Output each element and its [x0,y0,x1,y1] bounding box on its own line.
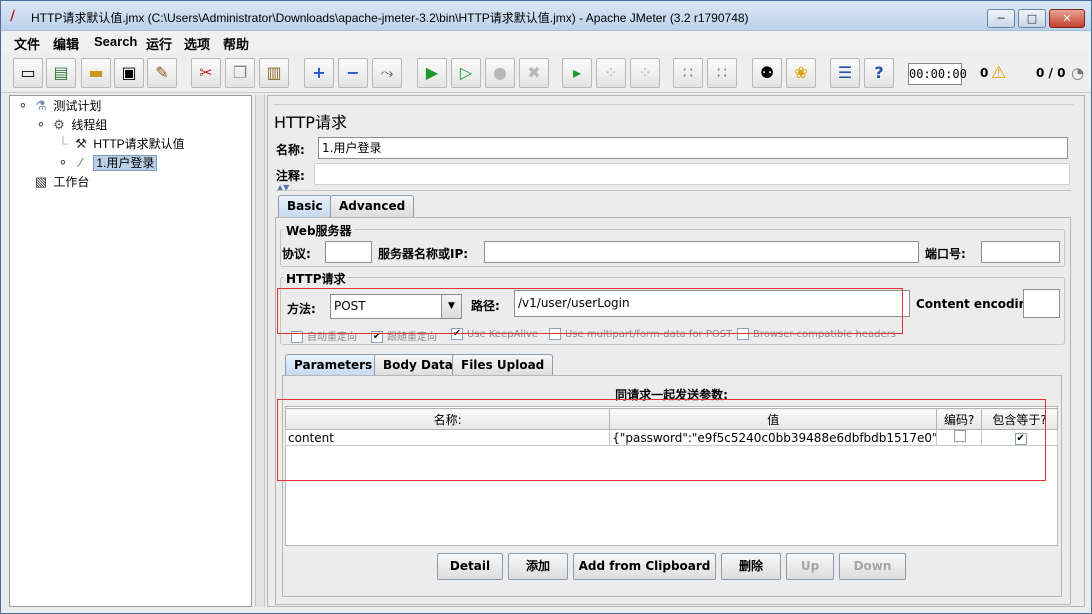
highlight-box-params [277,399,1046,481]
highlight-box-method-path [277,288,903,334]
thread-ratio: 0 / 0 [1036,66,1066,80]
templates-icon[interactable]: ▤ [46,58,76,88]
minimize-button[interactable]: ─ [987,9,1015,28]
detail-button[interactable]: Detail [437,553,503,580]
tree-item-workbench[interactable]: ▧ 工作台 [14,173,90,191]
new-icon[interactable]: ▭ [13,58,43,88]
comment-field[interactable] [314,163,1070,185]
split-divider[interactable] [255,95,265,607]
delete-button[interactable]: 删除 [721,553,781,580]
wrench-icon: ⚒ [75,136,87,151]
search-binoculars-icon[interactable]: ⚉ [752,58,782,88]
start-no-pauses-icon[interactable]: ▷ [451,58,481,88]
window-title: HTTP请求默认值.jmx (C:\Users\Administrator\Do… [31,11,749,25]
paste-icon[interactable]: ▥ [259,58,289,88]
port-field[interactable] [981,241,1060,263]
save-icon[interactable]: ▣ [114,58,144,88]
maximize-button[interactable]: □ [1018,9,1046,28]
tab-files-upload[interactable]: Files Upload [452,354,554,376]
comment-label: 注释: [276,169,305,183]
menu-help[interactable]: 帮助 [223,34,249,53]
tab-basic[interactable]: Basic [278,195,332,217]
save-as-icon[interactable]: ✎ [147,58,177,88]
remote-shutdown-icon[interactable]: ⁘ [630,58,660,88]
menu-bar: 文件 编辑 Search 运行 选项 帮助 [1,31,1091,53]
add-button[interactable]: 添加 [508,553,568,580]
pipette-icon: ∕ [79,155,83,170]
elapsed-timer: 00:00:00 [908,63,967,85]
clipboard-icon: ▧ [34,174,48,189]
tab-advanced[interactable]: Advanced [330,195,415,217]
menu-run[interactable]: 运行 [146,34,172,53]
close-button[interactable]: ✕ [1049,9,1085,28]
jmeter-feather-icon: ∕ [10,8,16,24]
gear-icon: ⚙ [53,117,65,132]
help-icon[interactable]: ? [864,58,894,88]
collapse-icon[interactable]: − [338,58,368,88]
reset-search-broom-icon[interactable]: ❀ [786,58,816,88]
encoding-label: Content encoding: [916,297,1041,311]
toggle-icon[interactable]: ⤳ [372,58,402,88]
tab-body-data[interactable]: Body Data [374,354,462,376]
title-bar: ∕ HTTP请求默认值.jmx (C:\Users\Administrator\… [1,1,1091,31]
clear-icon[interactable]: ∷ [673,58,703,88]
tree-item-user-login[interactable]: ⚬ ∕ 1.用户登录 [54,154,158,172]
flask-icon: ⚗ [35,98,47,113]
tree-toggle-icon[interactable]: ⚬ [14,97,32,115]
clear-all-icon[interactable]: ∷ [707,58,737,88]
tree-item-http-defaults[interactable]: └ ⚒ HTTP请求默认值 [54,135,184,153]
start-icon[interactable]: ▶ [417,58,447,88]
function-helper-icon[interactable]: ☰ [830,58,860,88]
test-plan-tree: ⚬ ⚗ 测试计划 ⚬ ⚙ 线程组 └ ⚒ HTTP请求默认值 ⚬ ∕ 1.用户登录 ▧ … [9,95,252,607]
copy-icon[interactable]: ❐ [225,58,255,88]
name-label: 名称: [276,143,305,157]
cut-icon[interactable]: ✂ [191,58,221,88]
stop-icon[interactable]: ● [485,58,515,88]
port-label: 端口号: [925,247,966,261]
warning-count: 0 [980,66,989,80]
menu-options[interactable]: 选项 [184,34,210,53]
protocol-label: 协议: [282,247,311,261]
remote-start-icon[interactable]: ▸ [562,58,592,88]
menu-file[interactable]: 文件 [14,34,40,53]
encoding-field[interactable] [1023,289,1060,318]
jmeter-window: ∕ HTTP请求默认值.jmx (C:\Users\Administrator\… [0,0,1092,614]
page-title: HTTP请求 [274,113,347,132]
protocol-field[interactable] [325,241,372,263]
tree-item-thread-group[interactable]: ⚬ ⚙ 线程组 [32,116,108,134]
remote-stop-icon[interactable]: ⁘ [596,58,626,88]
down-button[interactable]: Down [839,553,906,580]
tree-item-test-plan[interactable]: ⚬ ⚗ 测试计划 [14,97,102,115]
menu-search[interactable]: Search [94,34,137,49]
server-field[interactable] [484,241,919,263]
server-label: 服务器名称或IP: [378,247,469,261]
remote-status-icon: ◔ [1071,64,1085,82]
name-field[interactable]: 1.用户登录 [318,137,1068,159]
web-server-title: Web服务器 [284,222,354,239]
warning-icon[interactable]: ⚠ [991,63,1006,83]
up-button[interactable]: Up [786,553,834,580]
http-request-title: HTTP请求 [284,270,348,287]
add-from-clipboard-button[interactable]: Add from Clipboard [573,553,716,580]
tree-toggle-icon[interactable]: ⚬ [32,116,50,134]
expand-icon[interactable]: + [304,58,334,88]
menu-edit[interactable]: 编辑 [53,34,79,53]
tab-parameters[interactable]: Parameters [285,354,382,376]
shutdown-icon[interactable]: ✖ [519,58,549,88]
open-folder-icon[interactable]: ▬ [81,58,111,88]
tree-toggle-icon[interactable]: ⚬ [54,154,72,172]
